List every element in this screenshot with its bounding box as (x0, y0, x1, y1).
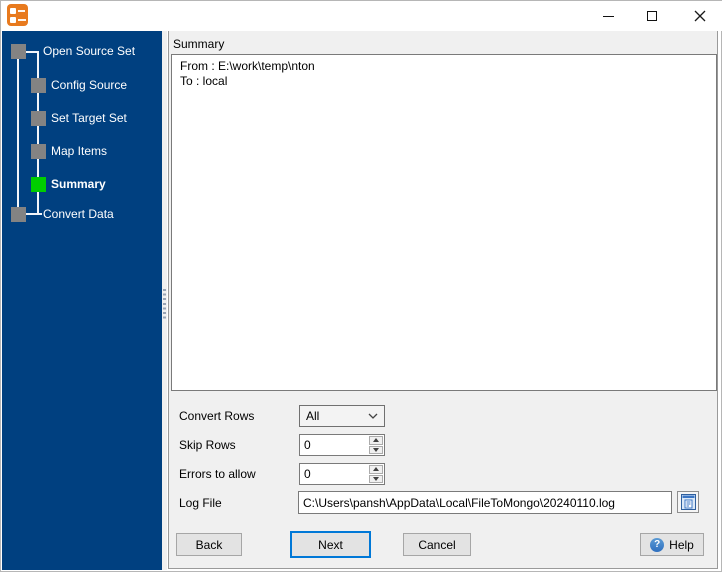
title-bar (1, 1, 722, 31)
chevron-down-icon (368, 413, 378, 419)
arrow-down-icon (373, 447, 379, 452)
step-marker (11, 44, 26, 59)
skip-rows-spin-down[interactable] (369, 445, 383, 454)
skip-rows-input[interactable] (300, 435, 368, 455)
step-label: Summary (51, 177, 106, 191)
minimize-button[interactable] (593, 1, 623, 31)
step-label: Convert Data (43, 207, 114, 221)
wizard-window: Open Source Set Config Source Set Target… (0, 0, 722, 572)
errors-to-allow-input[interactable] (300, 464, 368, 484)
skip-rows-label: Skip Rows (179, 438, 236, 452)
step-marker (31, 111, 46, 126)
skip-rows-spinner (299, 434, 385, 456)
help-button-label: Help (669, 537, 694, 552)
log-file-input[interactable] (298, 491, 672, 514)
step-marker (31, 78, 46, 93)
arrow-up-icon (373, 467, 379, 472)
next-button-label: Next (318, 537, 343, 552)
arrow-up-icon (373, 438, 379, 443)
summary-line-from: From : E:\work\temp\nton (180, 59, 315, 73)
help-question-icon: ? (650, 537, 665, 552)
wizard-step-convert-data[interactable]: Convert Data (1, 207, 161, 222)
log-file-label: Log File (179, 496, 222, 510)
view-log-button[interactable] (677, 491, 699, 513)
wizard-step-open-source-set[interactable]: Open Source Set (1, 44, 161, 59)
errors-spin-down[interactable] (369, 474, 383, 483)
convert-rows-select[interactable]: All (299, 405, 385, 427)
step-marker (31, 144, 46, 159)
errors-to-allow-label: Errors to allow (179, 467, 256, 481)
errors-to-allow-spinner (299, 463, 385, 485)
cancel-button-label: Cancel (418, 537, 456, 552)
close-button[interactable] (685, 1, 715, 31)
convert-rows-value: All (306, 409, 320, 423)
close-icon (694, 10, 706, 22)
step-label: Set Target Set (51, 111, 127, 125)
back-button-label: Back (195, 537, 223, 552)
help-button[interactable]: ? Help (640, 533, 704, 556)
back-button[interactable]: Back (176, 533, 242, 556)
skip-rows-spin-up[interactable] (369, 436, 383, 445)
wizard-step-map-items[interactable]: Map Items (1, 144, 161, 159)
arrow-down-icon (373, 476, 379, 481)
maximize-icon (647, 11, 657, 21)
step-label: Map Items (51, 144, 108, 158)
wizard-step-summary[interactable]: Summary (1, 177, 161, 192)
wizard-step-config-source[interactable]: Config Source (1, 78, 161, 93)
summary-line-to: To : local (180, 74, 228, 88)
wizard-step-set-target-set[interactable]: Set Target Set (1, 111, 161, 126)
step-label: Config Source (51, 78, 128, 92)
splitter-grip-icon (163, 289, 166, 321)
convert-rows-label: Convert Rows (179, 409, 255, 423)
current-step-marker (31, 177, 46, 192)
minimize-icon (602, 15, 614, 17)
view-log-icon (680, 494, 696, 510)
step-label: Open Source Set (43, 44, 136, 58)
maximize-button[interactable] (637, 1, 667, 31)
step-marker (11, 207, 26, 222)
cancel-button[interactable]: Cancel (403, 533, 471, 556)
errors-spin-up[interactable] (369, 465, 383, 474)
next-button[interactable]: Next (290, 531, 371, 558)
section-title: Summary (173, 37, 225, 51)
summary-textarea[interactable]: From : E:\work\temp\nton To : local (171, 54, 717, 391)
app-icon (7, 4, 28, 26)
